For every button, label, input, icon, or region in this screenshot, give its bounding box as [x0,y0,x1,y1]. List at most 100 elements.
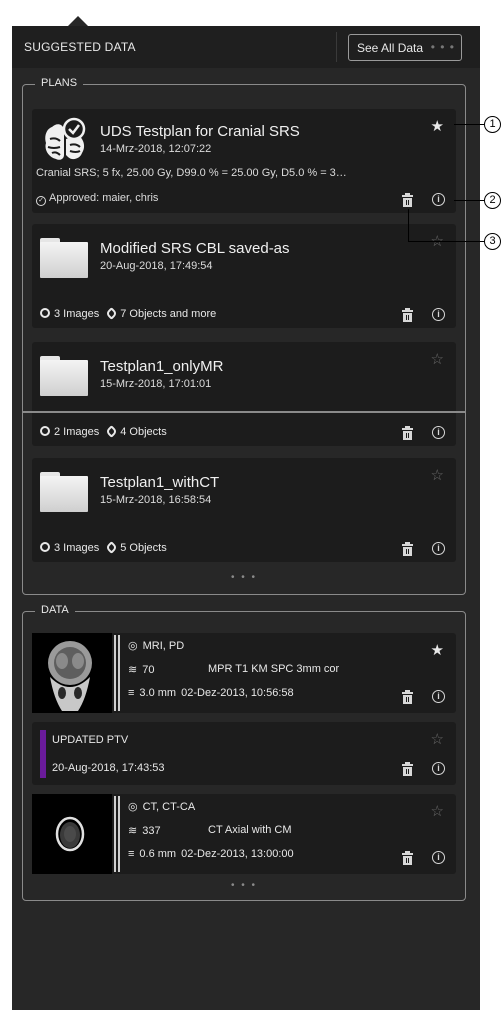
approved-label: Approved: maier, chris [49,192,159,204]
plan-description: Cranial SRS; 5 fx, 25.00 Gy, D99.0 % = 2… [36,167,347,179]
series-stack-edge [118,796,120,872]
favorite-star-icon[interactable]: ☆ [431,802,444,820]
info-icon[interactable]: i [432,690,445,703]
info-icon[interactable]: i [432,193,445,206]
series-name: MPR T1 KM SPC 3mm cor [208,663,340,675]
callout-leader [454,200,484,201]
plans-legend: PLANS [35,77,84,89]
images-count: 3 Images [54,308,100,320]
cranial-srs-icon [45,117,86,160]
info-icon[interactable]: i [432,851,445,864]
info-icon[interactable]: i [432,426,445,439]
modality-row: ◎ CT, CT-CA [128,800,195,813]
image-icon [40,542,50,552]
plan-contents: 3 Images 7 Objects and more [40,307,217,320]
trash-icon[interactable] [402,426,413,440]
favorite-star-icon[interactable]: ☆ [431,350,444,368]
image-icon [40,426,50,436]
plan-title: UDS Testplan for Cranial SRS [100,123,300,140]
modality-label: CT, CT-CA [142,801,196,813]
folder-icon [40,356,88,396]
see-all-data-label: See All Data [357,41,424,55]
modality-label: MRI, PD [142,640,185,652]
data-group: DATA ◎ MRI, PD ≋ 70 MPR T1 KM SPC 3mm cor ≡… [22,604,466,901]
image-icon: ◎ [128,640,138,652]
slices-row: ≋ 70 MPR T1 KM SPC 3mm cor [128,663,339,676]
callout-marker: 1 [484,116,501,133]
trash-icon[interactable] [402,193,413,207]
ct-thumbnail [32,794,112,874]
approved-check-icon: ✓ [36,196,46,206]
plan-contents: 2 Images 4 Objects [40,425,167,438]
plan-card[interactable]: Testplan1_onlyMR 15-Mrz-2018, 17:01:01 2… [32,342,456,446]
plan-date: 20-Aug-2018, 17:49:54 [100,260,213,272]
objects-count: 4 Objects [120,426,167,438]
slices-row: ≋ 337 CT Axial with CM [128,824,292,837]
data-card[interactable]: UPDATED PTV 20-Aug-2018, 17:43:53 ☆ i [32,722,456,785]
data-group [22,411,466,413]
suggested-data-panel: SUGGESTED DATA See All Data • • • PLANS … [12,26,480,1010]
acquisition-date: 02-Dez-2013, 10:56:58 [181,687,294,699]
slice-count: 70 [142,664,155,676]
plan-date: 15-Mrz-2018, 17:01:01 [100,378,212,390]
structure-name: UPDATED PTV [52,734,129,746]
callout-leader [408,241,484,242]
info-icon[interactable]: i [432,542,445,555]
callout-leader [454,124,484,125]
stack-icon: ≋ [128,825,138,837]
image-icon [40,308,50,318]
series-name: CT Axial with CM [208,824,292,836]
plan-card[interactable]: Testplan1_withCT 15-Mrz-2018, 16:58:54 3… [32,458,456,562]
slice-thickness-icon: ≡ [128,687,135,699]
slice-thickness: 3.0 mm [139,687,177,699]
panel-notch [68,16,88,26]
data-card[interactable]: ◎ CT, CT-CA ≋ 337 CT Axial with CM ≡ 0.6 mm 0… [32,794,456,874]
objects-count: 7 Objects and more [120,308,217,320]
folder-icon [40,472,88,512]
favorite-star-icon[interactable]: ☆ [431,730,444,748]
panel-title: SUGGESTED DATA [24,40,136,54]
see-all-data-button[interactable]: See All Data • • • [348,34,462,61]
folder-icon [40,238,88,278]
plans-group: PLANS UDS Testplan for Cranial SRS 14-Mr… [22,77,466,595]
objects-count: 5 Objects [120,542,167,554]
favorite-star-icon[interactable]: ☆ [431,466,444,484]
image-icon: ◎ [128,801,138,813]
plan-card[interactable]: Modified SRS CBL saved-as 20-Aug-2018, 1… [32,224,456,328]
data-more-button[interactable]: • • • [23,880,465,891]
favorite-star-icon[interactable]: ★ [431,641,444,659]
callout-leader [408,209,409,241]
series-stack-edge [114,796,116,872]
plans-more-button[interactable]: • • • [23,572,465,583]
approval-status: ✓ Approved: maier, chris [36,192,158,206]
trash-icon[interactable] [402,690,413,704]
slice-thickness-icon: ≡ [128,848,135,860]
favorite-star-icon[interactable]: ★ [431,117,444,135]
trash-icon[interactable] [402,308,413,322]
plan-date: 14-Mrz-2018, 12:07:22 [100,143,212,155]
plan-title: Testplan1_onlyMR [100,358,224,375]
images-count: 3 Images [54,542,100,554]
series-stack-edge [118,635,120,711]
info-icon[interactable]: i [432,762,445,775]
series-stack-edge [114,635,116,711]
header-divider [336,32,337,62]
trash-icon[interactable] [402,851,413,865]
acquisition-date: 02-Dez-2013, 13:00:00 [181,848,294,860]
plan-contents: 3 Images 5 Objects [40,541,167,554]
trash-icon[interactable] [402,762,413,776]
plan-card[interactable]: UDS Testplan for Cranial SRS 14-Mrz-2018… [32,109,456,213]
object-icon [105,307,119,320]
trash-icon[interactable] [402,542,413,556]
plan-title: Testplan1_withCT [100,474,220,491]
object-icon [105,425,119,438]
data-card[interactable]: ◎ MRI, PD ≋ 70 MPR T1 KM SPC 3mm cor ≡ 3.0 m… [32,633,456,713]
stack-icon: ≋ [128,664,138,676]
info-icon[interactable]: i [432,308,445,321]
plan-title: Modified SRS CBL saved-as [100,240,290,257]
slice-count: 337 [142,825,161,837]
panel-header: SUGGESTED DATA See All Data • • • [12,26,480,68]
callout-marker: 3 [484,233,501,250]
structure-date: 20-Aug-2018, 17:43:53 [52,762,165,774]
slice-thickness: 0.6 mm [139,848,177,860]
